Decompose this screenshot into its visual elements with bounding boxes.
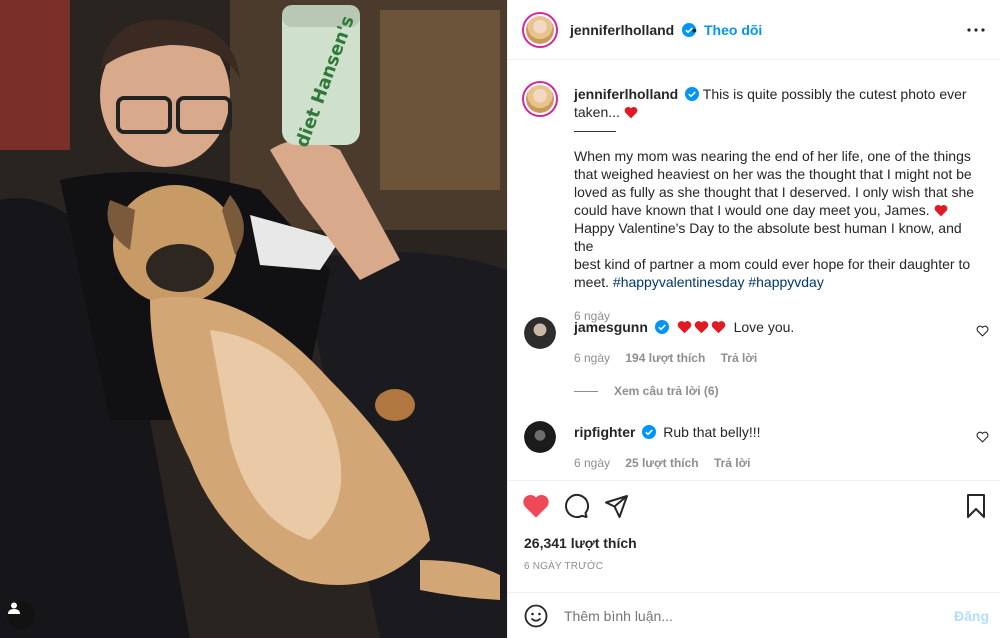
comment-username[interactable]: ripfighter <box>574 424 635 440</box>
comment-button[interactable] <box>563 493 590 524</box>
hashtag-link[interactable]: #happyvalentinesday <box>613 274 745 290</box>
heart-emoji-icon <box>934 204 947 217</box>
likes-count[interactable]: 26,341 lượt thích <box>524 535 637 551</box>
like-button[interactable] <box>522 493 550 524</box>
heart-emoji-icon <box>711 321 725 334</box>
caption-divider: ——— <box>574 122 616 138</box>
share-button[interactable] <box>604 493 630 524</box>
verified-badge-icon <box>685 87 700 101</box>
header-separator: • <box>692 22 697 38</box>
user-tag-icon <box>8 602 20 614</box>
comment-text: Rub that belly!!! <box>663 424 761 440</box>
post-timestamp[interactable]: 6 NGÀY TRƯỚC <box>524 561 603 572</box>
verified-badge-icon <box>654 320 669 334</box>
heart-emoji-icon <box>677 321 691 334</box>
view-replies-label[interactable]: Xem câu trả lời (6) <box>614 384 719 398</box>
comment-text: Love you. <box>733 319 795 335</box>
post-details-panel: jenniferlholland • Theo dõi jenniferlhol… <box>507 0 1000 638</box>
caption-body-line-1: When my mom was nearing the end of her l… <box>574 148 971 164</box>
heart-emoji-icon <box>624 106 638 119</box>
caption-username[interactable]: jenniferlholland <box>574 86 678 102</box>
more-options-button[interactable] <box>964 22 988 38</box>
follow-button[interactable]: Theo dõi <box>704 22 762 38</box>
photo-illustration: diet Hansen's <box>0 0 507 638</box>
emoji-icon <box>524 604 548 628</box>
caption: jenniferlholland This is quite possibly … <box>574 85 974 325</box>
comment-like-button[interactable] <box>976 324 989 342</box>
share-icon <box>605 495 628 518</box>
user-tag-button[interactable] <box>7 601 35 629</box>
comment-likes[interactable]: 194 lượt thích <box>625 351 705 365</box>
comment-input[interactable] <box>564 605 924 627</box>
post-photo[interactable]: diet Hansen's <box>0 0 507 638</box>
comment-avatar[interactable] <box>524 317 556 349</box>
reply-button[interactable]: Trả lời <box>721 351 758 365</box>
caption-line-1: This is quite possibly the cutest photo … <box>702 86 967 102</box>
comment-time[interactable]: 6 ngày <box>574 351 610 365</box>
caption-line-2: taken... <box>574 104 620 120</box>
comment-meta: 6 ngày 25 lượt thích Trả lời <box>574 456 751 470</box>
comment-likes[interactable]: 25 lượt thích <box>625 456 698 470</box>
comment: jamesgunn Love you. <box>574 318 954 336</box>
caption-body-last: meet. <box>574 274 610 290</box>
bookmark-icon <box>967 494 985 518</box>
comment-time[interactable]: 6 ngày <box>574 456 610 470</box>
caption-body-line-2: that weighed heaviest on her was the tho… <box>574 166 972 182</box>
heart-outline-icon <box>976 325 989 337</box>
comment-icon <box>565 494 590 518</box>
header-username[interactable]: jenniferlholland <box>570 22 674 38</box>
more-options-icon <box>967 28 985 32</box>
post-actions: 26,341 lượt thích 6 NGÀY TRƯỚC <box>508 480 1000 600</box>
caption-body-line-3: loved as fully as she thought that I des… <box>574 184 975 200</box>
replies-line <box>574 390 598 392</box>
comment: ripfighter Rub that belly!!! <box>574 423 954 441</box>
caption-body-line-6: best kind of partner a mom could ever ho… <box>574 256 971 272</box>
emoji-button[interactable] <box>524 604 548 633</box>
heart-icon <box>523 494 549 518</box>
caption-author-avatar[interactable] <box>522 81 558 117</box>
save-button[interactable] <box>964 493 988 524</box>
reply-button[interactable]: Trả lời <box>714 456 751 470</box>
comment-meta: 6 ngày 194 lượt thích Trả lời <box>574 351 757 365</box>
comment-avatar[interactable] <box>524 421 556 453</box>
verified-badge-icon <box>642 425 657 439</box>
add-comment-bar: Đăng <box>508 592 1000 638</box>
comments-scroll-area[interactable]: jenniferlholland This is quite possibly … <box>508 61 1000 479</box>
post-header: jenniferlholland • Theo dõi <box>508 0 1000 60</box>
hashtag-link[interactable]: #happyvday <box>748 274 824 290</box>
view-replies-button[interactable]: Xem câu trả lời (6) <box>574 384 719 398</box>
caption-body-line-4: could have known that I would one day me… <box>574 202 930 218</box>
author-avatar[interactable] <box>522 12 558 48</box>
caption-body-line-5: Happy Valentine's Day to the absolute be… <box>574 220 962 254</box>
post-comment-button[interactable]: Đăng <box>954 608 989 624</box>
heart-emoji-icon <box>694 321 708 334</box>
heart-outline-icon <box>976 431 989 443</box>
comment-like-button[interactable] <box>976 430 989 448</box>
comment-username[interactable]: jamesgunn <box>574 319 648 335</box>
